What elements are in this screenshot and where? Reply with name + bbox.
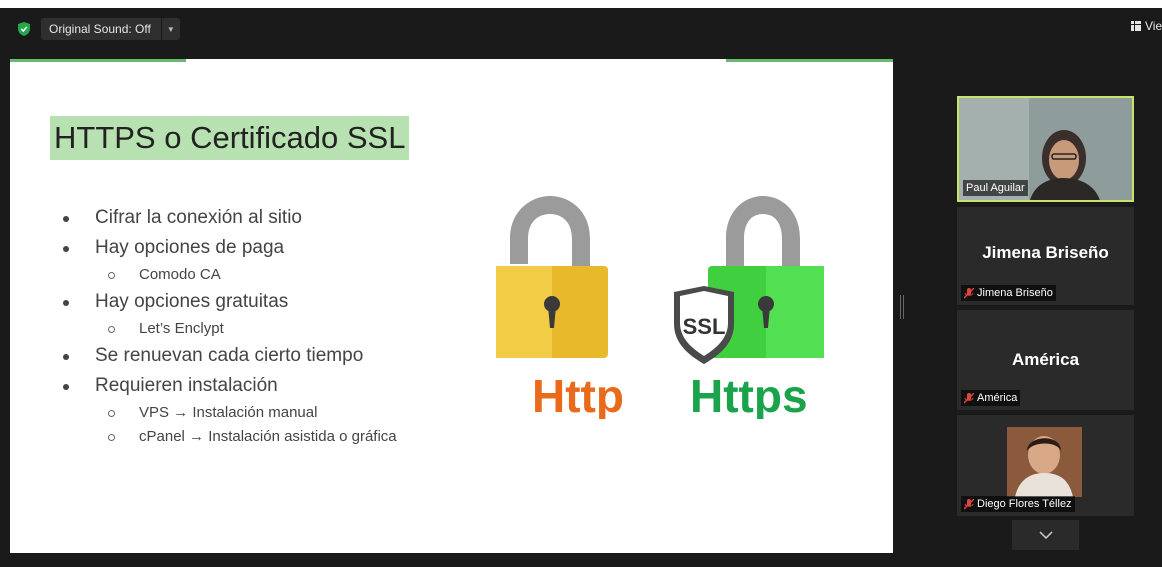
shared-screen-slide: HTTPS o Certificado SSL Cifrar la conexi… [10,59,893,553]
slide-bullet-list: Cifrar la conexión al sitio Hay opciones… [50,203,470,449]
mic-muted-icon [964,392,974,403]
ssl-badge-text: SSL [683,314,726,339]
participant-name: Paul Aguilar [963,180,1028,196]
sub-bullet-item: Comodo CA [50,263,470,287]
grid-view-icon [1131,21,1141,31]
participant-name-label: Jimena Briseño [961,285,1056,301]
sub-bullet-item: VPS → Instalación manual [50,401,470,425]
participant-name-label: Diego Flores Téllez [961,496,1075,512]
sub-bullet-item: Let’s Enclypt [50,317,470,341]
bullet-item: Requieren instalación [50,371,470,401]
participant-tile-paul-aguilar[interactable]: Paul Aguilar [957,96,1134,202]
bullet-item: Cifrar la conexión al sitio [50,203,470,233]
scroll-participants-down-button[interactable] [1012,520,1079,550]
chevron-down-icon [1038,531,1053,539]
participant-name-label: América [961,390,1021,406]
http-label: Http [532,370,624,419]
https-label: Https [690,370,808,419]
participant-avatar [1007,427,1082,497]
view-button[interactable]: Vie [1131,19,1162,33]
participant-display-name: Jimena Briseño [982,243,1109,262]
http-https-lock-illustration: SSL Http Https [496,196,824,419]
splitter-handle[interactable] [900,295,904,319]
participant-tile-america[interactable]: América América [957,310,1134,410]
view-label: Vie [1145,19,1162,33]
sub-bullet-item: cPanel → Instalación asistida o gráfica [50,425,470,449]
slide-accent-bar [10,59,186,62]
participant-display-name: América [1011,350,1080,369]
bullet-item: Hay opciones de paga [50,233,470,263]
meeting-window: Original Sound: Off ▼ Vie HTTPS o Certif… [0,8,1162,567]
chevron-down-icon[interactable]: ▼ [160,18,180,40]
bullet-item: Se renuevan cada cierto tiempo [50,341,470,371]
participant-tile-diego-flores-tellez[interactable]: Diego Flores Téllez [957,415,1134,516]
mic-muted-icon [964,498,974,509]
participant-tile-jimena-briseno[interactable]: Jimena Briseño Jimena Briseño [957,207,1134,305]
bullet-item: Hay opciones gratuitas [50,287,470,317]
open-shackle-icon [510,196,590,266]
original-sound-button[interactable]: Original Sound: Off ▼ [41,18,180,40]
original-sound-label[interactable]: Original Sound: Off [41,18,161,40]
slide-accent-bar [726,59,893,62]
closed-shackle-icon [726,196,800,266]
mic-muted-icon [964,287,974,298]
encryption-shield-icon[interactable] [18,22,30,36]
slide-title: HTTPS o Certificado SSL [50,116,410,160]
